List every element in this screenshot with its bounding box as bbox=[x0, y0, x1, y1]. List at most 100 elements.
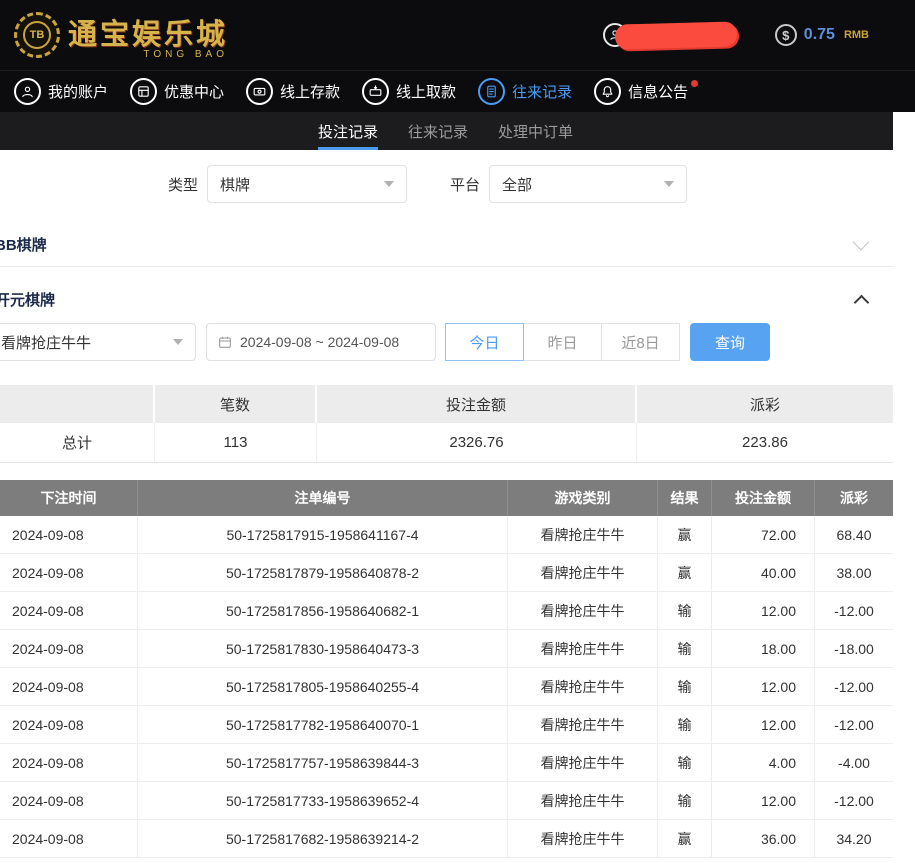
cell-bet-amount: 12.00 bbox=[712, 782, 815, 820]
cell-payout: -4.00 bbox=[815, 744, 893, 782]
header-bet-amount: 投注金额 bbox=[712, 480, 815, 516]
cell-bet-time: 2024-09-08 bbox=[0, 630, 138, 668]
last-8-days-button[interactable]: 近8日 bbox=[601, 323, 680, 361]
type-select[interactable]: 棋牌 bbox=[207, 165, 407, 203]
summary-total-row: 总计 113 2326.76 223.86 bbox=[0, 423, 893, 463]
withdraw-icon bbox=[362, 78, 389, 105]
summary-total-payout: 223.86 bbox=[637, 423, 893, 463]
chevron-up-icon[interactable] bbox=[854, 294, 870, 310]
summary-total-amount: 2326.76 bbox=[317, 423, 637, 463]
nav-item-label: 优惠中心 bbox=[164, 81, 224, 102]
nav-item-announcements[interactable]: 信息公告 bbox=[594, 78, 688, 105]
platform-select[interactable]: 全部 bbox=[489, 165, 687, 203]
cell-bet-amount: 12.00 bbox=[712, 706, 815, 744]
site-logo: TB 通宝娱乐城 TONG BAO bbox=[14, 11, 228, 60]
summary-header-blank bbox=[0, 385, 155, 423]
site-subtitle: TONG BAO bbox=[143, 49, 228, 60]
cell-bet-time: 2024-09-08 bbox=[0, 782, 138, 820]
nav-item-transaction-records[interactable]: 往来记录 bbox=[478, 78, 572, 105]
table-row: 2024-09-08 50-1725817782-1958640070-1 看牌… bbox=[0, 706, 893, 744]
cell-payout: 38.00 bbox=[815, 554, 893, 592]
type-label: 类型 bbox=[168, 174, 198, 195]
bell-icon bbox=[594, 78, 621, 105]
redacted-username bbox=[614, 21, 737, 49]
deposit-icon bbox=[246, 78, 273, 105]
yesterday-button[interactable]: 昨日 bbox=[523, 323, 602, 361]
cell-result: 赢 bbox=[658, 516, 712, 554]
cell-result: 赢 bbox=[658, 820, 712, 858]
calendar-icon bbox=[217, 334, 233, 350]
summary-header-amount: 投注金额 bbox=[317, 385, 637, 423]
cell-bet-id: 50-1725817879-1958640878-2 bbox=[138, 554, 508, 592]
user-icon bbox=[14, 78, 41, 105]
cell-bet-amount: 12.00 bbox=[712, 592, 815, 630]
header-result: 结果 bbox=[658, 480, 712, 516]
tab-betting-records[interactable]: 投注记录 bbox=[318, 112, 378, 150]
header-payout: 派彩 bbox=[815, 480, 893, 516]
header-bet-id: 注单编号 bbox=[138, 480, 508, 516]
table-row: 2024-09-08 50-1725817915-1958641167-4 看牌… bbox=[0, 516, 893, 554]
summary-header-payout: 派彩 bbox=[637, 385, 893, 423]
nav-item-deposit[interactable]: 线上存款 bbox=[246, 78, 340, 105]
cell-bet-time: 2024-09-08 bbox=[0, 554, 138, 592]
section-title: 开元棋牌 bbox=[0, 289, 55, 310]
cell-bet-id: 50-1725817830-1958640473-3 bbox=[138, 630, 508, 668]
cell-bet-time: 2024-09-08 bbox=[0, 592, 138, 630]
cell-payout: -12.00 bbox=[815, 668, 893, 706]
cell-game-type: 看牌抢庄牛牛 bbox=[508, 516, 658, 554]
sub-nav: 投注记录 往来记录 处理中订单 bbox=[0, 112, 893, 150]
cell-bet-id: 50-1725817782-1958640070-1 bbox=[138, 706, 508, 744]
cell-bet-id: 50-1725817682-1958639214-2 bbox=[138, 820, 508, 858]
notification-dot bbox=[691, 80, 698, 87]
game-select[interactable]: 看牌抢庄牛牛 bbox=[0, 323, 196, 361]
cell-result: 输 bbox=[658, 782, 712, 820]
tab-transaction-records[interactable]: 往来记录 bbox=[408, 112, 468, 150]
cell-payout: -12.00 bbox=[815, 782, 893, 820]
cell-payout: -18.00 bbox=[815, 630, 893, 668]
chip-text: TB bbox=[23, 21, 51, 49]
section-kaiyuan-chess[interactable]: 开元棋牌 bbox=[0, 277, 893, 321]
section-bb-chess[interactable]: BB棋牌 bbox=[0, 223, 893, 267]
nav-item-my-account[interactable]: 我的账户 bbox=[14, 78, 108, 105]
nav-item-label: 往来记录 bbox=[512, 81, 572, 102]
cell-bet-amount: 40.00 bbox=[712, 554, 815, 592]
cell-result: 输 bbox=[658, 592, 712, 630]
chevron-down-icon[interactable] bbox=[853, 233, 870, 250]
cell-bet-amount: 18.00 bbox=[712, 630, 815, 668]
search-button[interactable]: 查询 bbox=[690, 323, 770, 361]
cell-game-type: 看牌抢庄牛牛 bbox=[508, 592, 658, 630]
cell-bet-amount: 72.00 bbox=[712, 516, 815, 554]
nav-item-label: 信息公告 bbox=[628, 81, 688, 102]
bets-table: 下注时间 注单编号 游戏类别 结果 投注金额 派彩 2024-09-08 50-… bbox=[0, 480, 893, 858]
cell-result: 输 bbox=[658, 706, 712, 744]
tab-pending-orders[interactable]: 处理中订单 bbox=[498, 112, 573, 150]
chevron-down-icon bbox=[384, 181, 394, 187]
cell-result: 赢 bbox=[658, 554, 712, 592]
header-game-type: 游戏类别 bbox=[508, 480, 658, 516]
game-select-value: 看牌抢庄牛牛 bbox=[1, 332, 91, 353]
dollar-icon: $ bbox=[775, 24, 797, 46]
cell-result: 输 bbox=[658, 668, 712, 706]
table-row: 2024-09-08 50-1725817682-1958639214-2 看牌… bbox=[0, 820, 893, 858]
cell-bet-time: 2024-09-08 bbox=[0, 706, 138, 744]
quick-date-group: 今日 昨日 近8日 bbox=[445, 323, 680, 361]
cell-payout: -12.00 bbox=[815, 706, 893, 744]
bets-table-header: 下注时间 注单编号 游戏类别 结果 投注金额 派彩 bbox=[0, 480, 893, 516]
date-range-input[interactable]: 2024-09-08 ~ 2024-09-08 bbox=[206, 323, 436, 361]
summary-total-label: 总计 bbox=[0, 423, 155, 463]
main-nav: 我的账户 优惠中心 线上存款 线上取款 往来记录 信息公告 bbox=[0, 70, 915, 112]
platform-select-value: 全部 bbox=[502, 174, 532, 195]
today-button[interactable]: 今日 bbox=[445, 323, 524, 361]
summary-header-count: 笔数 bbox=[155, 385, 317, 423]
header-bet-time: 下注时间 bbox=[0, 480, 138, 516]
table-row: 2024-09-08 50-1725817830-1958640473-3 看牌… bbox=[0, 630, 893, 668]
cell-game-type: 看牌抢庄牛牛 bbox=[508, 782, 658, 820]
cell-bet-id: 50-1725817856-1958640682-1 bbox=[138, 592, 508, 630]
cell-game-type: 看牌抢庄牛牛 bbox=[508, 820, 658, 858]
cell-game-type: 看牌抢庄牛牛 bbox=[508, 706, 658, 744]
chevron-down-icon bbox=[173, 339, 183, 345]
nav-item-promotions[interactable]: 优惠中心 bbox=[130, 78, 224, 105]
cell-payout: 68.40 bbox=[815, 516, 893, 554]
cell-game-type: 看牌抢庄牛牛 bbox=[508, 668, 658, 706]
nav-item-withdraw[interactable]: 线上取款 bbox=[362, 78, 456, 105]
